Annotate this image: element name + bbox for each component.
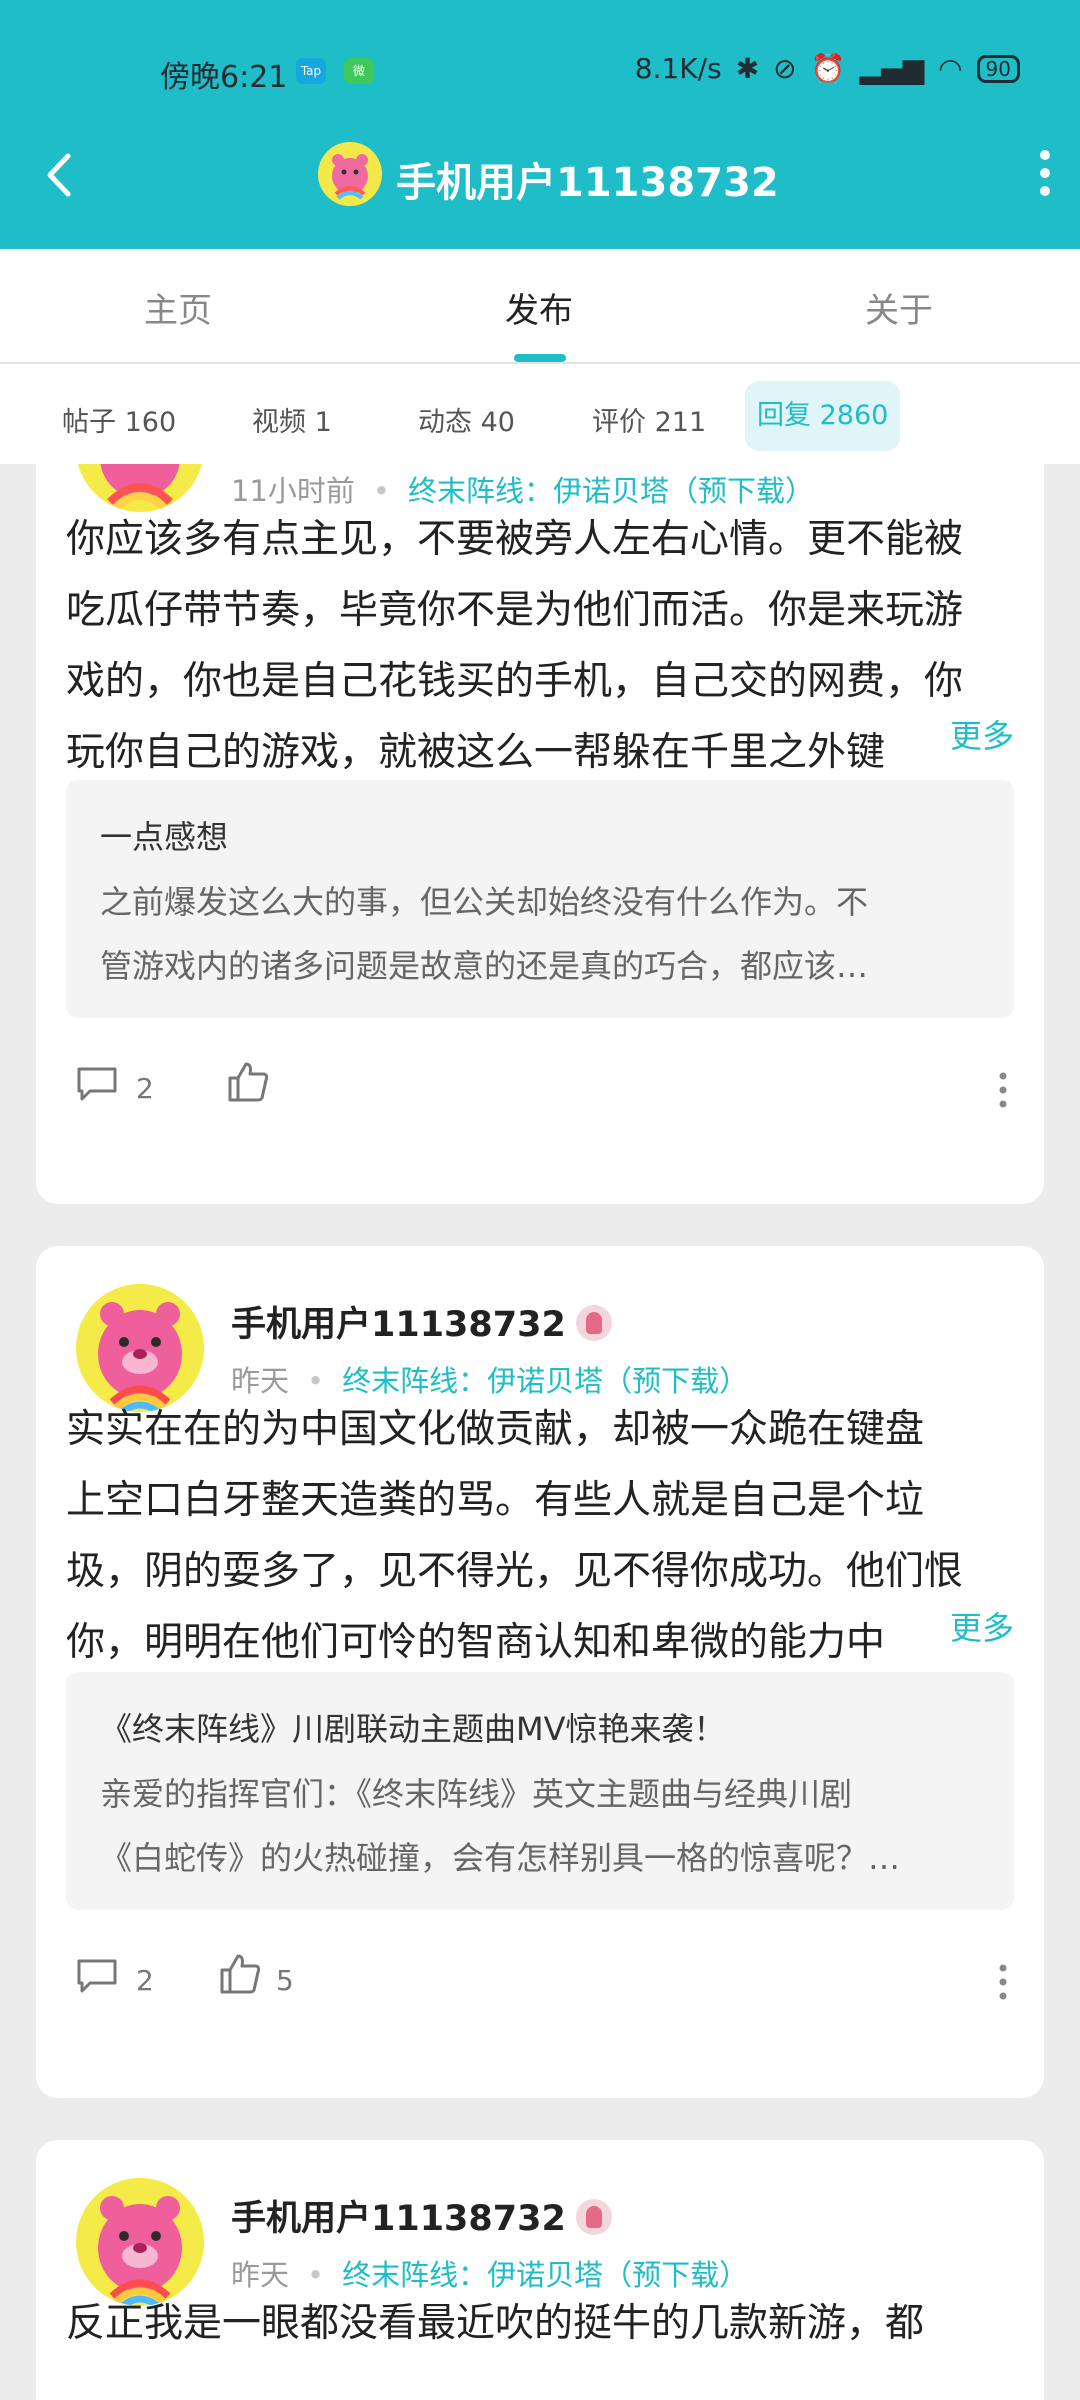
post-time: 11小时前 — [231, 474, 355, 508]
content-line: 上空口白牙整天造粪的骂。有些人就是自己是个垃 — [66, 1478, 925, 1523]
quote-title: 《终末阵线》川剧联动主题曲MV惊艳来袭！ — [100, 1710, 726, 1748]
comment-count: 2 — [136, 1072, 154, 1105]
comment-count: 2 — [136, 1964, 154, 1997]
tab-home[interactable]: 主页 — [144, 283, 212, 332]
bluetooth-icon: ✱ — [735, 52, 760, 85]
content-line: 反正我是一眼都没看最近吹的挺牛的几款新游，都 — [66, 2301, 925, 2346]
quote-body: 亲爱的指挥官们：《终末阵线》英文主题曲与经典川剧 《白蛇传》的火热碰撞，会有怎样… — [100, 1775, 901, 1877]
user-avatar[interactable] — [76, 2178, 204, 2306]
more-menu-icon[interactable] — [1038, 148, 1052, 198]
content-line: 吃瓜仔带节奏，毕竟你不是为他们而活。你是来玩游 — [66, 588, 964, 633]
reply-card[interactable]: 手机用户11138732 昨天 • 终末阵线：伊诺贝塔（预下载） 反正我是一眼都没看… — [36, 2140, 1044, 2400]
signal-icon: ▂▄▆ — [859, 52, 925, 85]
content-line: 玩你自己的游戏，就被这么一帮躲在千里之外键 — [66, 730, 886, 775]
like-count: 5 — [276, 1964, 294, 1997]
user-badge-icon — [575, 1305, 612, 1341]
content-line: 圾，阴的耍多了，见不得光，见不得你成功。他们恨 — [66, 1549, 964, 1594]
content-line: 你，明明在他们可怜的智商认知和卑微的能力中 — [66, 1620, 886, 1665]
back-arrow-icon[interactable] — [40, 150, 80, 200]
subtab-moments[interactable]: 动态 40 — [418, 400, 515, 439]
post-content[interactable]: 反正我是一眼都没看最近吹的挺牛的几款新游，都 — [66, 2288, 1044, 2359]
status-time: 傍晚6:21 — [160, 60, 288, 95]
more-link[interactable]: 更多 — [935, 711, 1014, 757]
quote-body: 之前爆发这么大的事，但公关却始终没有什么作为。不 管游戏内的诸多问题是故意的还是… — [100, 883, 869, 985]
page-title: 手机用户11138732 — [396, 160, 779, 206]
status-right: 8.1K/s ✱ ⊘ ⏰ ▂▄▆ ◠ 90 — [635, 52, 1020, 85]
quoted-post[interactable]: 一点感想 之前爆发这么大的事，但公关却始终没有什么作为。不 管游戏内的诸多问题是… — [66, 780, 1014, 1018]
post-actions: 2 — [36, 1060, 1044, 1120]
content-line: 实实在在的为中国文化做贡献，却被一众跪在键盘 — [66, 1407, 925, 1452]
mute-icon: ⊘ — [773, 52, 797, 85]
status-bar: 傍晚6:21 Tap 微 8.1K/s ✱ ⊘ ⏰ ▂▄▆ ◠ 90 — [0, 0, 1080, 150]
username[interactable]: 手机用户11138732 — [231, 2190, 612, 2241]
app-header: 傍晚6:21 Tap 微 8.1K/s ✱ ⊘ ⏰ ▂▄▆ ◠ 90 手机用户1… — [0, 0, 1080, 249]
subtab-posts[interactable]: 帖子 160 — [62, 400, 176, 439]
post-content[interactable]: 你应该多有点主见，不要被旁人左右心情。更不能被 吃瓜仔带节奏，毕竟你不是为他们而… — [66, 504, 1044, 788]
main-tabs: 主页 发布 关于 — [0, 249, 1080, 364]
header-avatar[interactable] — [318, 142, 382, 206]
user-badge-icon — [575, 2199, 612, 2235]
battery-icon: 90 — [976, 54, 1020, 83]
reply-card[interactable]: 手机用户11138732 昨天 • 终末阵线：伊诺贝塔（预下载） 实实在在的为中国文… — [36, 1246, 1044, 2098]
post-time: 昨天 — [231, 1364, 290, 1398]
quoted-post[interactable]: 《终末阵线》川剧联动主题曲MV惊艳来袭！ 亲爱的指挥官们：《终末阵线》英文主题曲… — [66, 1672, 1014, 1910]
comment-icon[interactable] — [76, 1066, 118, 1102]
tab-publish[interactable]: 发布 — [505, 283, 573, 332]
game-link[interactable]: 终末阵线：伊诺贝塔（预下载） — [342, 2258, 748, 2292]
wifi-icon: ◠ — [938, 52, 963, 85]
user-avatar[interactable] — [76, 1284, 204, 1412]
quote-title: 一点感想 — [100, 818, 229, 856]
net-speed: 8.1K/s — [634, 52, 722, 85]
subtab-reviews[interactable]: 评价 211 — [592, 400, 706, 439]
post-content[interactable]: 实实在在的为中国文化做贡献，却被一众跪在键盘 上空口白牙整天造粪的骂。有些人就是… — [66, 1394, 1044, 1678]
sub-tabs: 帖子 160 视频 1 动态 40 评价 211 回复 2860 — [0, 364, 1080, 464]
username[interactable]: 手机用户11138732 — [231, 1296, 612, 1347]
subtab-videos[interactable]: 视频 1 — [252, 400, 332, 439]
like-icon[interactable] — [226, 1060, 270, 1104]
more-link[interactable]: 更多 — [935, 1603, 1014, 1649]
card-more-icon[interactable] — [998, 1070, 1008, 1110]
comment-icon[interactable] — [76, 1958, 118, 1994]
reply-card[interactable]: 11小时前 • 终末阵线：伊诺贝塔（预下载） 你应该多有点主见，不要被旁人左右心情。… — [36, 464, 1044, 1204]
content-line: 你应该多有点主见，不要被旁人左右心情。更不能被 — [66, 517, 964, 562]
post-actions: 2 5 — [36, 1952, 1044, 2012]
like-icon[interactable] — [218, 1952, 262, 1996]
taptap-icon: Tap — [296, 58, 326, 84]
tab-about[interactable]: 关于 — [865, 283, 933, 332]
tab-active-indicator — [514, 354, 566, 362]
game-link[interactable]: 终末阵线：伊诺贝塔（预下载） — [408, 474, 814, 508]
post-time: 昨天 — [231, 2258, 290, 2292]
content-line: 戏的，你也是自己花钱买的手机，自己交的网费，你 — [66, 659, 964, 704]
game-link[interactable]: 终末阵线：伊诺贝塔（预下载） — [342, 1364, 748, 1398]
wechat-icon: 微 — [344, 58, 374, 84]
card-more-icon[interactable] — [998, 1962, 1008, 2002]
subtab-replies[interactable]: 回复 2860 — [745, 381, 901, 451]
reply-feed: 11小时前 • 终末阵线：伊诺贝塔（预下载） 你应该多有点主见，不要被旁人左右心情。… — [0, 464, 1080, 2400]
alarm-icon: ⏰ — [810, 52, 846, 85]
